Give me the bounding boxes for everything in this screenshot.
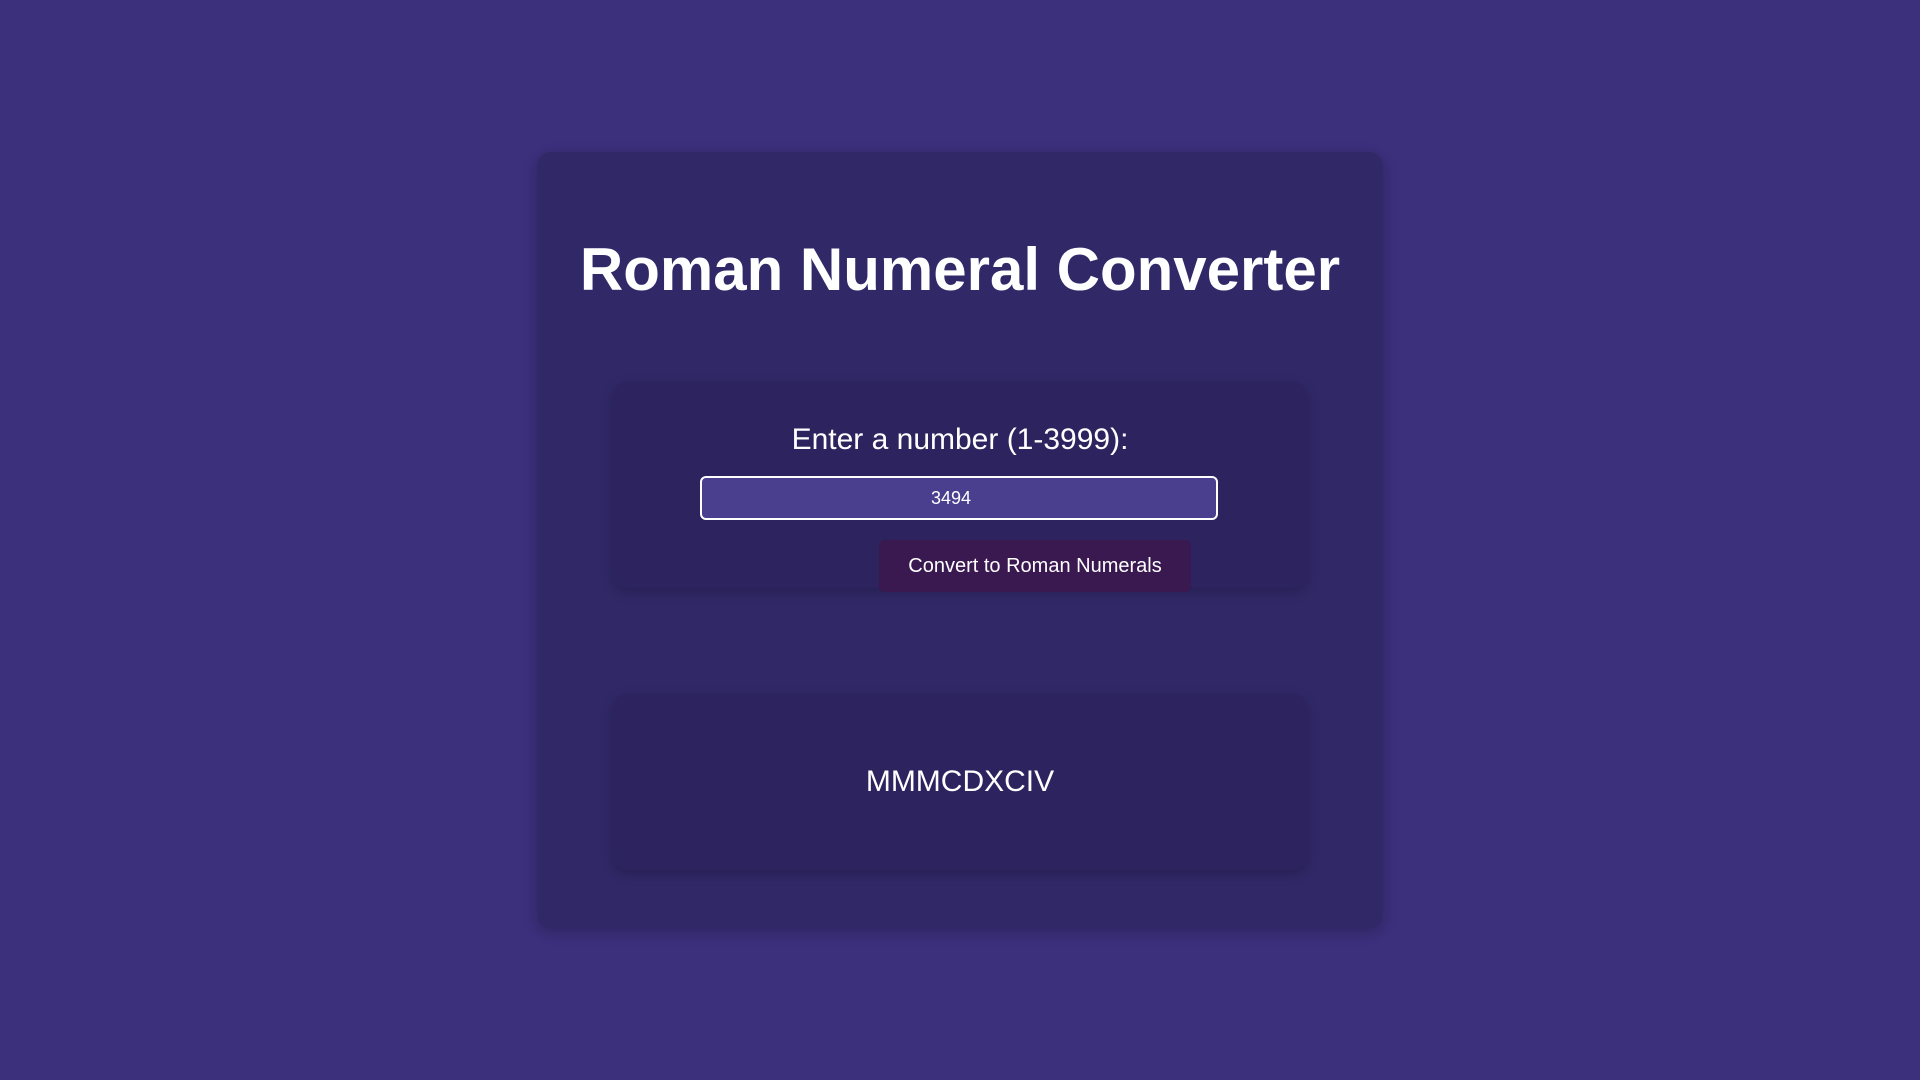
converter-container: Roman Numeral Converter Enter a number (… xyxy=(537,152,1383,928)
convert-button[interactable]: Convert to Roman Numerals xyxy=(879,540,1191,592)
roman-numeral-output: MMMCDXCIV xyxy=(865,765,1055,798)
input-panel: Enter a number (1-3999): Convert to Roma… xyxy=(613,382,1307,592)
result-panel: MMMCDXCIV xyxy=(613,694,1307,870)
number-input-label: Enter a number (1-3999): xyxy=(791,423,1129,456)
page-title: Roman Numeral Converter xyxy=(579,236,1341,303)
number-input[interactable] xyxy=(700,476,1218,520)
